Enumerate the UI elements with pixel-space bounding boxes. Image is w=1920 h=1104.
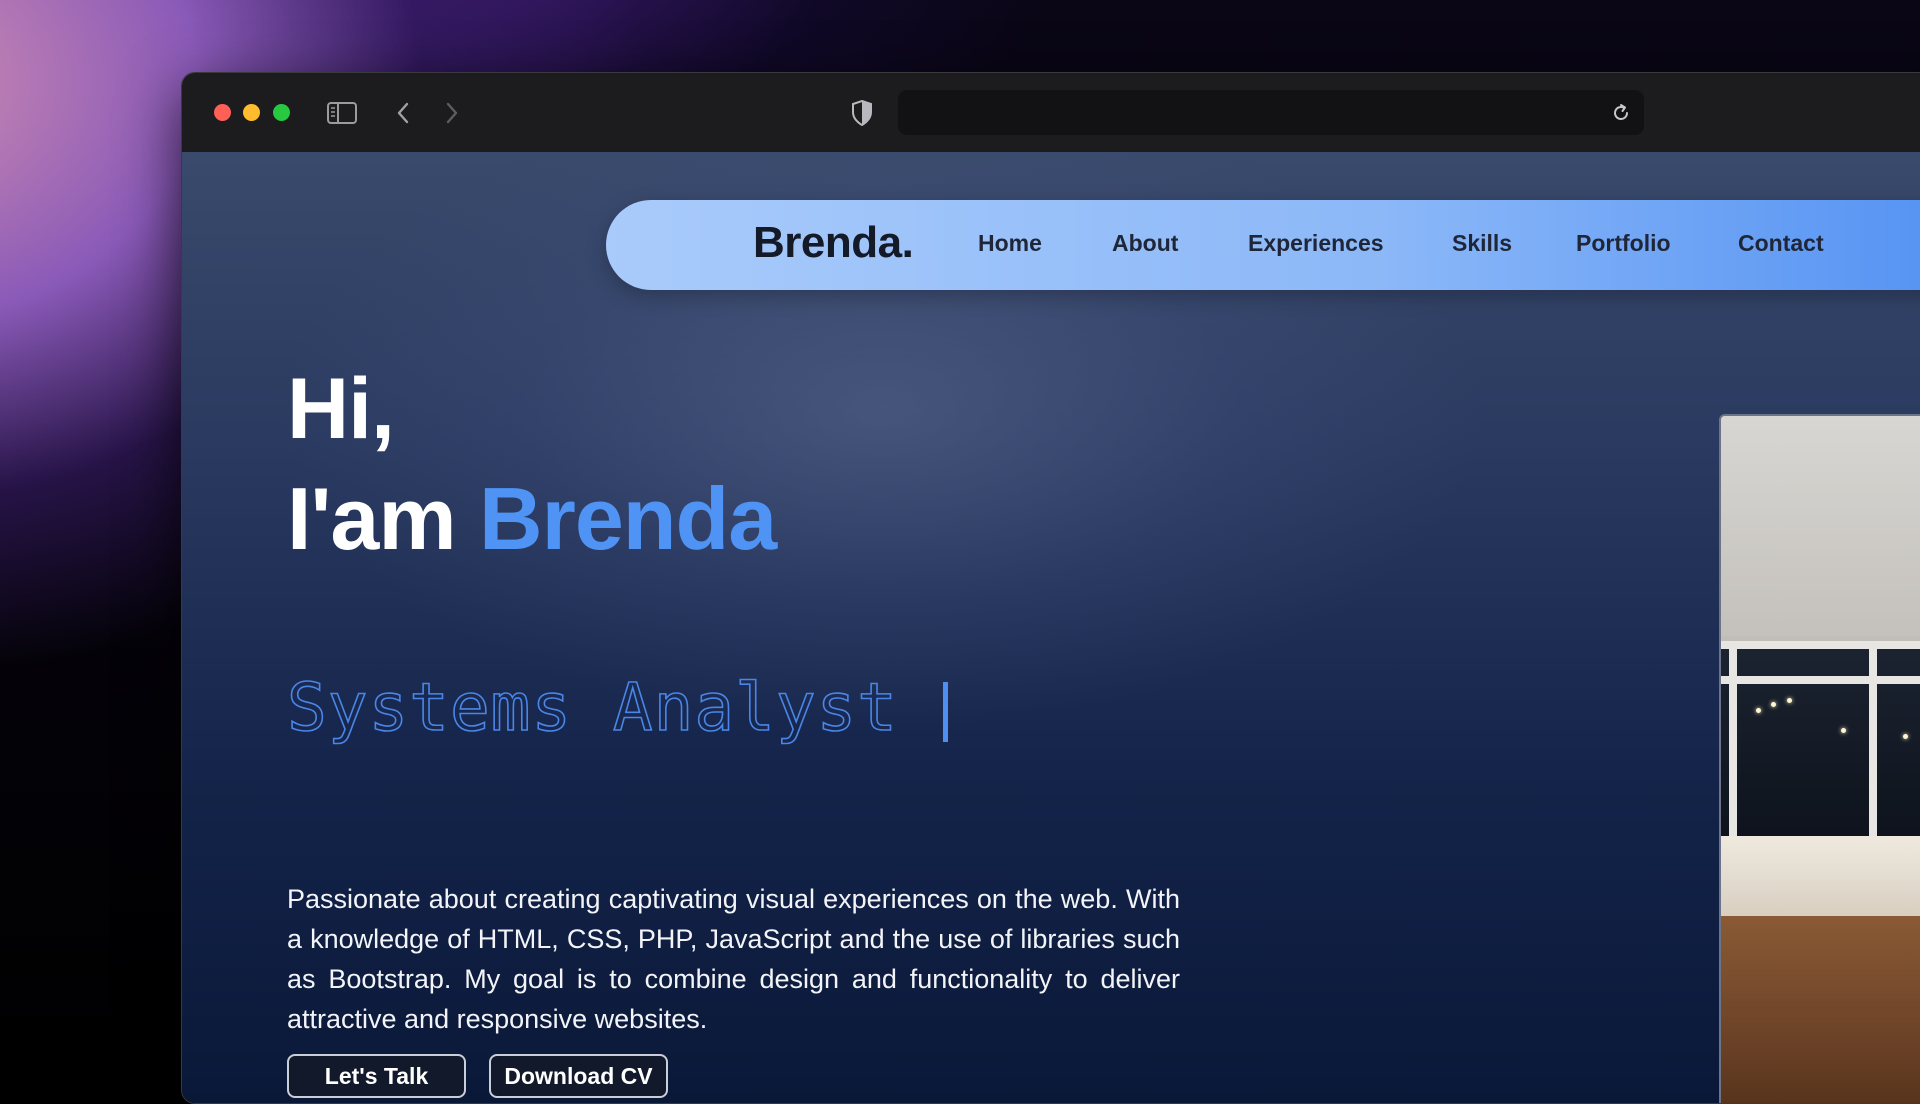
photo-light — [1787, 698, 1792, 703]
photo-ceiling — [1721, 416, 1920, 636]
minimize-window-button[interactable] — [243, 104, 260, 121]
download-cv-button[interactable]: Download CV — [489, 1054, 668, 1098]
site-navbar: Brenda. Home About Experiences Skills Po… — [606, 200, 1920, 290]
hero-intro: I'am Brenda — [287, 468, 777, 570]
maximize-window-button[interactable] — [273, 104, 290, 121]
nav-portfolio-link[interactable]: Portfolio — [1576, 230, 1671, 257]
hero-bio: Passionate about creating captivating vi… — [287, 884, 1180, 1034]
photo-wall — [1721, 836, 1920, 916]
photo-window-rail — [1721, 641, 1920, 649]
lets-talk-button[interactable]: Let's Talk — [287, 1054, 466, 1098]
shield-icon[interactable] — [847, 97, 877, 129]
profile-photo — [1719, 414, 1920, 1103]
photo-light — [1903, 734, 1908, 739]
hero-intro-prefix: I'am — [287, 469, 457, 568]
sidebar-icon[interactable] — [326, 97, 358, 129]
nav-experiences-link[interactable]: Experiences — [1248, 230, 1384, 257]
photo-light — [1756, 708, 1761, 713]
browser-toolbar — [182, 73, 1920, 152]
hero-name: Brenda — [479, 469, 777, 568]
nav-contact-link[interactable]: Contact — [1738, 230, 1824, 257]
photo-floor — [1721, 916, 1920, 1103]
chevron-left-icon[interactable] — [391, 97, 415, 129]
close-window-button[interactable] — [214, 104, 231, 121]
photo-window-mullion — [1729, 641, 1737, 836]
photo-window-mullion — [1869, 641, 1877, 836]
photo-window — [1721, 641, 1920, 836]
browser-window: Brenda. Home About Experiences Skills Po… — [181, 72, 1920, 1104]
nav-skills-link[interactable]: Skills — [1452, 230, 1512, 257]
page-viewport: Brenda. Home About Experiences Skills Po… — [182, 152, 1920, 1103]
nav-about-link[interactable]: About — [1112, 230, 1178, 257]
hero-role-typing: Systems Analyst — [286, 668, 899, 747]
typing-caret — [943, 682, 948, 742]
hero-greeting: Hi, — [287, 361, 395, 457]
site-logo[interactable]: Brenda. — [753, 218, 914, 268]
chevron-right-icon[interactable] — [440, 97, 464, 129]
photo-window-rail — [1721, 676, 1920, 684]
address-bar[interactable] — [898, 90, 1644, 135]
photo-light — [1771, 702, 1776, 707]
nav-home-link[interactable]: Home — [978, 230, 1042, 257]
photo-light — [1841, 728, 1846, 733]
reload-icon[interactable] — [1608, 100, 1634, 126]
